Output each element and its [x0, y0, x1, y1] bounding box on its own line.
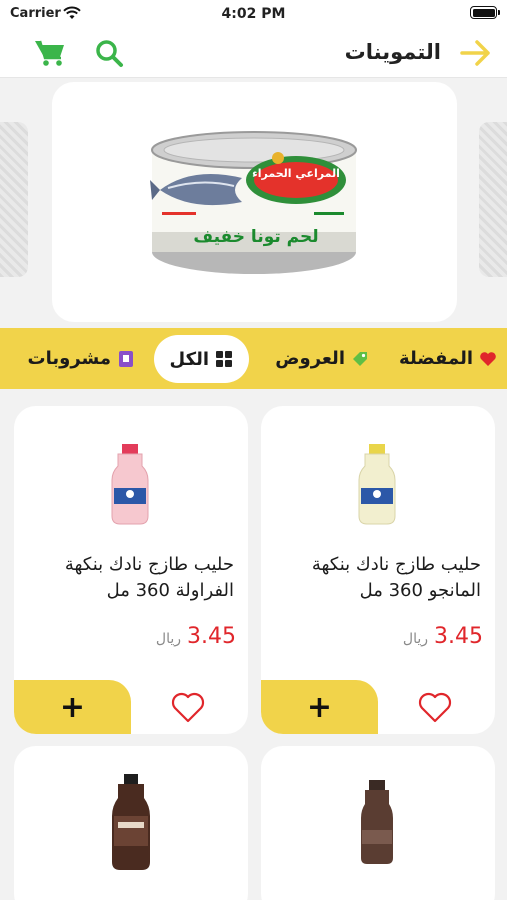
product-image [112, 774, 150, 870]
category-drinks[interactable]: مشروبات [28, 328, 135, 389]
product-image [358, 444, 396, 525]
product-card[interactable]: حليب طازج نادك بنكهة الفراولة 360 مل 3.4… [14, 406, 248, 734]
grid-icon [215, 350, 233, 368]
banner-brand-text: المراعي الحمراء [252, 167, 340, 180]
app-header: التموينات [0, 30, 507, 78]
battery-icon [470, 6, 500, 19]
price-currency: ريال [155, 631, 182, 647]
product-card[interactable] [261, 746, 495, 900]
category-favorites[interactable]: المفضلة [399, 328, 497, 389]
product-price: 3.45 ريال [403, 624, 483, 649]
product-card[interactable] [14, 746, 248, 900]
add-to-cart-button[interactable]: + [261, 680, 378, 734]
product-image [361, 780, 393, 864]
product-image [111, 444, 149, 525]
tag-icon [351, 350, 369, 368]
product-price: 3.45 ريال [156, 624, 236, 649]
heart-outline-icon[interactable] [417, 690, 453, 724]
tuna-can-image: المراعي الحمراء لحم تونا خفيف [150, 131, 357, 274]
clock: 4:02 PM [221, 6, 286, 22]
drink-icon [117, 350, 135, 368]
category-all[interactable]: الكل [153, 335, 249, 383]
search-icon[interactable] [94, 38, 124, 68]
price-amount: 3.45 [434, 624, 483, 649]
promo-banner[interactable]: المراعي الحمراء لحم تونا خفيف [52, 82, 457, 322]
category-label: المفضلة [399, 348, 473, 369]
add-to-cart-button[interactable]: + [14, 680, 131, 734]
banner-product-text: لحم تونا خفيف [193, 227, 318, 247]
price-amount: 3.45 [187, 624, 236, 649]
heart-icon [479, 350, 497, 368]
price-currency: ريال [402, 631, 429, 647]
product-card[interactable]: حليب طازج نادك بنكهة المانجو 360 مل 3.45… [261, 406, 495, 734]
banner-next-slide[interactable] [479, 122, 507, 277]
status-bar: Carrier 4:02 PM [0, 0, 507, 30]
banner-prev-slide[interactable] [0, 122, 28, 277]
arrow-right-icon[interactable] [459, 38, 493, 68]
category-label: مشروبات [27, 348, 111, 369]
category-label: العروض [275, 348, 345, 369]
category-label: الكل [169, 348, 209, 370]
cart-icon[interactable] [34, 38, 66, 68]
category-offers[interactable]: العروض [275, 328, 369, 389]
category-bar: المفضلة العروض الكل مشروبات [0, 328, 507, 389]
heart-outline-icon[interactable] [170, 690, 206, 724]
product-name: حليب طازج نادك بنكهة المانجو 360 مل [311, 554, 481, 601]
page-title: التموينات [344, 40, 441, 64]
product-name: حليب طازج نادك بنكهة الفراولة 360 مل [64, 554, 234, 601]
